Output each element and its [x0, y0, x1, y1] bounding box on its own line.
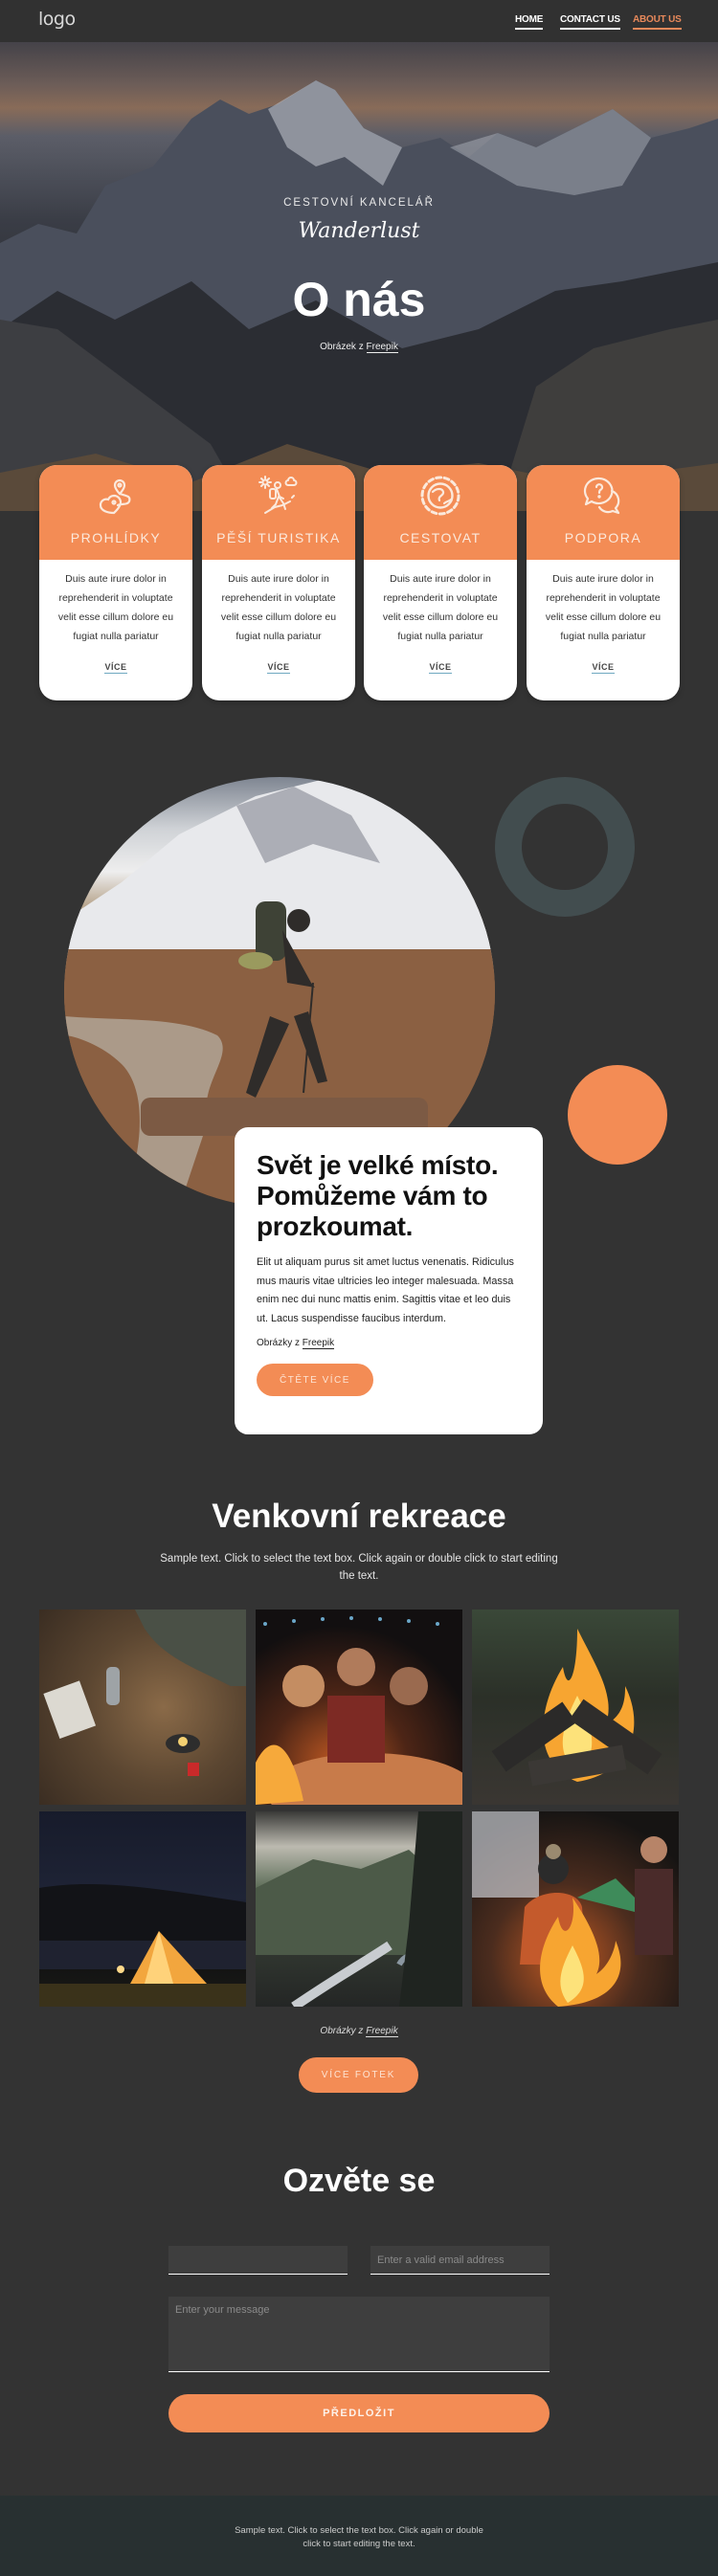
contact-title: Ozvěte se [282, 2163, 436, 2199]
about-title: Svět je velké místo. Pomůžeme vám to pro… [257, 1150, 499, 1241]
feature-title: PODPORA [564, 530, 642, 545]
page-title: O nás [292, 273, 426, 326]
hiker-icon [258, 476, 298, 514]
credit-prefix: Obrázky z [320, 2026, 367, 2036]
name-input[interactable] [168, 2246, 348, 2275]
feature-title: CESTOVAT [399, 530, 482, 545]
map-route-icon [99, 478, 131, 515]
feature-text: Duis aute irure dolor in reprehenderit i… [57, 573, 174, 642]
feature-text: Duis aute irure dolor in reprehenderit i… [545, 573, 662, 642]
feature-more-link[interactable]: VÍCE [429, 662, 452, 674]
freepik-link[interactable]: Freepik [366, 2026, 398, 2037]
gallery-image-campfire[interactable] [472, 1610, 679, 1805]
outdoor-title: Venkovní rekreace [212, 1498, 506, 1535]
feature-card-prohlidky: PROHLÍDKY Duis aute irure dolor in repre… [39, 465, 192, 700]
outdoor-subtitle: Sample text. Click to select the text bo… [160, 1553, 558, 1582]
feature-card-pesi-turistika: PĚŠÍ TURISTIKA Duis aute irure dolor in … [202, 465, 355, 700]
about-image-credit: Obrázky z Freepik [257, 1338, 521, 1349]
globe-icon [420, 476, 460, 516]
submit-button[interactable]: PŘEDLOŽIT [168, 2394, 550, 2432]
read-more-button[interactable]: ČTĚTE VÍCE [257, 1364, 373, 1396]
hero-section: CESTOVNÍ KANCELÁŘ Wanderlust O nás Obráz… [0, 42, 718, 511]
message-textarea[interactable] [168, 2297, 550, 2372]
gallery-image-fire-pit[interactable] [256, 1610, 462, 1805]
credit-prefix: Obrázek z [320, 342, 367, 352]
gallery-image-tent-lake[interactable] [39, 1811, 246, 2007]
logo[interactable]: logo [38, 9, 76, 30]
freepik-link[interactable]: Freepik [302, 1338, 335, 1349]
feature-card-podpora: PODPORA Duis aute irure dolor in reprehe… [527, 465, 680, 700]
feature-text: Duis aute irure dolor in reprehenderit i… [382, 573, 499, 642]
gallery-image-picnic[interactable] [39, 1610, 246, 1805]
decorative-dot [568, 1065, 667, 1165]
feature-more-link[interactable]: VÍCE [592, 662, 615, 674]
feature-title: PROHLÍDKY [70, 530, 162, 545]
nav-home[interactable]: HOME [515, 14, 543, 30]
feature-card-header: PĚŠÍ TURISTIKA [202, 465, 355, 560]
gallery-credit: Obrázky z Freepik [0, 2026, 718, 2037]
about-text: Elit ut aliquam purus sit amet luctus ve… [257, 1256, 514, 1324]
feature-text: Duis aute irure dolor in reprehenderit i… [220, 573, 337, 642]
feature-card-header: PROHLÍDKY [39, 465, 192, 560]
feature-card-cestovat: CESTOVAT Duis aute irure dolor in repreh… [364, 465, 517, 700]
freepik-link[interactable]: Freepik [366, 342, 398, 353]
feature-card-header: CESTOVAT [364, 465, 517, 560]
gallery-image-mountain-lake[interactable] [256, 1811, 462, 2007]
hero-image-credit: Obrázek z Freepik [0, 342, 718, 353]
footer-text: Sample text. Click to select the text bo… [235, 2525, 483, 2549]
feature-more-link[interactable]: VÍCE [104, 662, 127, 674]
feature-title: PĚŠÍ TURISTIKA [216, 530, 341, 545]
nav-about-us[interactable]: ABOUT US [633, 14, 682, 30]
about-card: Svět je velké místo. Pomůžeme vám to pro… [235, 1127, 543, 1434]
more-photos-button[interactable]: VÍCE FOTEK [299, 2057, 418, 2093]
feature-card-header: PODPORA [527, 465, 680, 560]
hero-tagline: CESTOVNÍ KANCELÁŘ [283, 197, 435, 209]
nav-contact-us[interactable]: CONTACT US [560, 14, 620, 30]
site-footer: Sample text. Click to select the text bo… [0, 2496, 718, 2576]
gallery-image-couple-campfire[interactable] [472, 1811, 679, 2007]
support-chat-icon [583, 477, 620, 515]
credit-prefix: Obrázky z [257, 1338, 303, 1348]
wanderlust-script-logo: Wanderlust [298, 219, 420, 243]
decorative-ring [495, 777, 635, 917]
site-header: logo HOME CONTACT US ABOUT US [0, 0, 718, 42]
feature-more-link[interactable]: VÍCE [267, 662, 290, 674]
email-input[interactable] [370, 2246, 550, 2275]
